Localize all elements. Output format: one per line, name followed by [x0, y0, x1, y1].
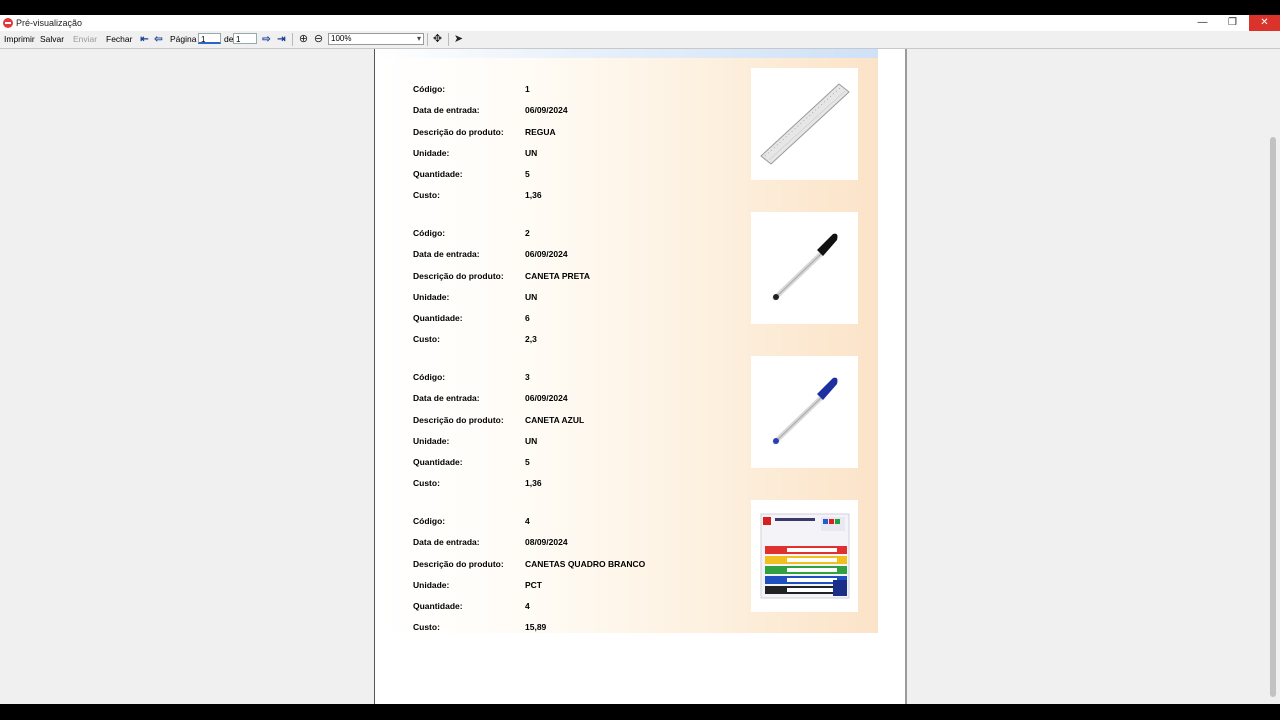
label-unidade: Unidade:	[413, 580, 450, 590]
previous-page-icon[interactable]: ⇦	[153, 34, 164, 45]
toolbar-separator	[448, 33, 449, 46]
product-record: Código: 1 Data de entrada: 06/09/2024 De…	[375, 68, 878, 204]
report-page: Código: 1 Data de entrada: 06/09/2024 De…	[374, 49, 906, 704]
toolbar: Imprimir Salvar Enviar Fechar ⇤ ⇦ Página…	[0, 31, 1280, 49]
move-tool-icon[interactable]: ✥	[431, 33, 444, 46]
label-custo: Custo:	[413, 190, 440, 200]
value-codigo: 3	[525, 372, 530, 382]
screen-bottom-bar	[0, 704, 1280, 720]
label-codigo: Código:	[413, 84, 446, 94]
value-data-entrada: 08/09/2024	[525, 537, 568, 547]
value-custo: 2,3	[525, 334, 537, 344]
chevron-down-icon: ▾	[416, 34, 421, 43]
product-record: Código: 4 Data de entrada: 08/09/2024 De…	[375, 500, 878, 636]
value-quantidade: 6	[525, 313, 530, 323]
value-descricao: CANETAS QUADRO BRANCO	[525, 559, 646, 569]
value-codigo: 4	[525, 516, 530, 526]
label-codigo: Código:	[413, 516, 446, 526]
zoom-in-icon[interactable]: ⊕	[297, 33, 310, 46]
preview-window: Pré-visualização — ❐ ✕ Imprimir Salvar E…	[0, 15, 1280, 704]
close-window-button[interactable]: ✕	[1249, 15, 1280, 31]
title-bar: Pré-visualização — ❐ ✕	[0, 15, 1280, 31]
value-unidade: UN	[525, 292, 538, 302]
value-quantidade: 5	[525, 457, 530, 467]
value-unidade: UN	[525, 436, 538, 446]
screen-top-bar	[0, 0, 1280, 15]
toolbar-separator	[292, 33, 293, 46]
label-descricao: Descrição do produto:	[413, 271, 504, 281]
value-unidade: PCT	[525, 580, 542, 590]
close-button[interactable]: Fechar	[106, 34, 132, 45]
value-custo: 1,36	[525, 478, 542, 488]
label-codigo: Código:	[413, 228, 446, 238]
value-codigo: 2	[525, 228, 530, 238]
value-descricao: CANETA PRETA	[525, 271, 591, 281]
label-custo: Custo:	[413, 478, 440, 488]
label-quantidade: Quantidade:	[413, 601, 463, 611]
print-button[interactable]: Imprimir	[4, 34, 35, 45]
label-descricao: Descrição do produto:	[413, 127, 504, 137]
app-icon	[3, 18, 13, 28]
window-title: Pré-visualização	[16, 18, 83, 28]
minimize-button[interactable]: —	[1188, 15, 1217, 31]
page-number-input[interactable]: 1	[198, 33, 221, 44]
last-page-icon[interactable]: ⇥	[276, 34, 287, 45]
label-data-entrada: Data de entrada:	[413, 105, 480, 115]
label-quantidade: Quantidade:	[413, 169, 463, 179]
label-codigo: Código:	[413, 372, 446, 382]
scrollbar-thumb[interactable]	[1270, 137, 1276, 697]
label-descricao: Descrição do produto:	[413, 415, 504, 425]
label-unidade: Unidade:	[413, 148, 450, 158]
label-descricao: Descrição do produto:	[413, 559, 504, 569]
label-unidade: Unidade:	[413, 436, 450, 446]
label-data-entrada: Data de entrada:	[413, 537, 480, 547]
value-codigo: 1	[525, 84, 530, 94]
value-data-entrada: 06/09/2024	[525, 249, 568, 259]
product-record: Código: 3 Data de entrada: 06/09/2024 De…	[375, 356, 878, 492]
page-label: Página	[170, 34, 197, 44]
ruler-image	[751, 68, 858, 180]
next-page-icon[interactable]: ⇨	[261, 34, 272, 45]
label-data-entrada: Data de entrada:	[413, 249, 480, 259]
label-custo: Custo:	[413, 334, 440, 344]
save-button[interactable]: Salvar	[40, 34, 64, 45]
label-quantidade: Quantidade:	[413, 457, 463, 467]
zoom-select[interactable]: 100% ▾	[328, 33, 424, 45]
vertical-scrollbar[interactable]	[1268, 49, 1280, 704]
value-custo: 15,89	[525, 622, 547, 632]
value-quantidade: 4	[525, 601, 530, 611]
value-quantidade: 5	[525, 169, 530, 179]
whiteboard-markers-image	[751, 500, 858, 612]
zoom-value: 100%	[331, 34, 352, 43]
product-record: Código: 2 Data de entrada: 06/09/2024 De…	[375, 212, 878, 348]
value-custo: 1,36	[525, 190, 542, 200]
label-data-entrada: Data de entrada:	[413, 393, 480, 403]
label-quantidade: Quantidade:	[413, 313, 463, 323]
maximize-button[interactable]: ❐	[1218, 15, 1247, 31]
send-button[interactable]: Enviar	[73, 34, 97, 45]
header-band	[375, 49, 878, 58]
first-page-icon[interactable]: ⇤	[139, 34, 150, 45]
value-unidade: UN	[525, 148, 538, 158]
toolbar-separator	[427, 33, 428, 46]
value-data-entrada: 06/09/2024	[525, 393, 568, 403]
page-shadow	[905, 49, 907, 704]
zoom-out-icon[interactable]: ⊖	[312, 33, 325, 46]
select-pointer-icon[interactable]: ➤	[452, 33, 465, 46]
value-descricao: CANETA AZUL	[525, 415, 585, 425]
page-total-field: 1	[233, 33, 257, 44]
label-custo: Custo:	[413, 622, 440, 632]
blue-pen-image	[751, 356, 858, 468]
value-data-entrada: 06/09/2024	[525, 105, 568, 115]
value-descricao: REGUA	[525, 127, 556, 137]
black-pen-image	[751, 212, 858, 324]
label-unidade: Unidade:	[413, 292, 450, 302]
preview-area: Código: 1 Data de entrada: 06/09/2024 De…	[0, 49, 1280, 704]
